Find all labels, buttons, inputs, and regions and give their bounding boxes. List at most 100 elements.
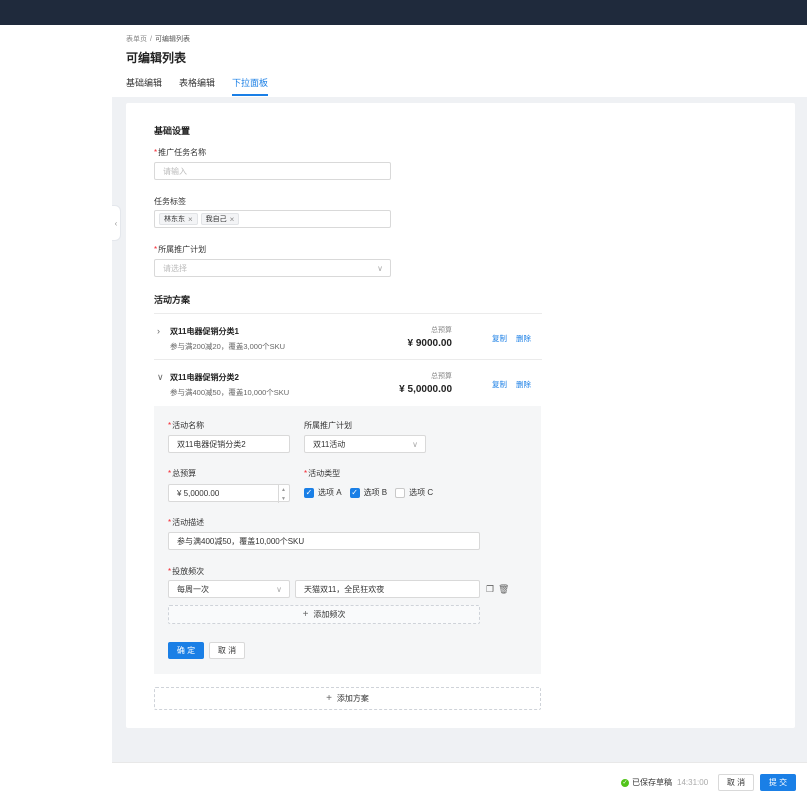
plan-budget-label: 总预算: [431, 327, 452, 334]
frequency-text-input[interactable]: 天猫双11，全民狂欢夜: [295, 580, 480, 598]
chevron-right-icon[interactable]: ›: [157, 326, 160, 336]
number-stepper[interactable]: ▲ ▼: [278, 485, 288, 503]
task-tags-label: 任务标签: [154, 197, 186, 206]
chevron-down-icon: ∨: [377, 264, 383, 273]
delete-link[interactable]: 删除: [516, 333, 531, 344]
plan-select-label-text: 所属推广计划: [158, 245, 207, 254]
activity-type-label: *活动类型: [304, 468, 340, 479]
chevron-left-icon: ‹: [114, 218, 118, 228]
activity-type-group: ✓ 选项 A ✓ 选项 B 选项 C: [304, 487, 441, 498]
add-frequency-button[interactable]: + 添加频次: [168, 605, 480, 624]
required-mark: *: [154, 148, 158, 157]
check-icon[interactable]: ✓: [349, 487, 360, 498]
close-icon[interactable]: ×: [188, 215, 193, 224]
task-name-input[interactable]: 请输入: [154, 162, 391, 180]
checkbox-empty-icon[interactable]: [395, 487, 406, 498]
breadcrumb-current: 可编辑列表: [154, 36, 190, 43]
footer-bar: ✓ 已保存草稿 14:31:00 取 消 提 交: [112, 762, 807, 798]
plan-budget-label: 总预算: [431, 373, 452, 380]
chevron-down-icon: ∨: [276, 585, 282, 594]
footer-cancel-button[interactable]: 取 消: [718, 774, 754, 791]
plan-row[interactable]: ∨ 双11电器促销分类2 参与满400减50，覆盖10,000个SKU 总预算 …: [154, 359, 542, 405]
activity-desc-label-text: 活动描述: [172, 518, 205, 527]
checkbox-label: 选项 A: [318, 488, 342, 497]
plan-desc: 参与满200减20，覆盖3,000个SKU: [170, 342, 286, 351]
breadcrumb-separator: /: [150, 36, 152, 43]
check-icon[interactable]: ✓: [304, 487, 314, 498]
required-mark: *: [304, 469, 308, 478]
delete-link[interactable]: 删除: [516, 379, 531, 390]
checkbox-option-b[interactable]: ✓ 选项 B: [349, 487, 388, 498]
plan-select[interactable]: 请选择 ∨: [154, 259, 391, 277]
add-plan-button[interactable]: + 添加方案: [154, 687, 541, 710]
checkbox-label: 选项 B: [363, 488, 388, 497]
page-title: 可编辑列表: [126, 51, 187, 65]
budget-label-text: 总预算: [172, 469, 197, 478]
tab-bar: 基础编辑 表格编辑 下拉面板: [126, 76, 285, 96]
tag-label: 我自己: [205, 216, 227, 223]
frequency-label-text: 投放频次: [172, 567, 205, 576]
required-mark: *: [168, 421, 172, 430]
tab-basic-edit[interactable]: 基础编辑: [126, 76, 162, 96]
plus-icon: +: [326, 693, 332, 704]
sidebar-collapse-handle[interactable]: ‹: [112, 205, 121, 241]
frequency-select[interactable]: 每周一次 ∨: [168, 580, 290, 598]
activity-plan-label: 所属推广计划: [304, 421, 352, 430]
plan-select-placeholder: 请选择: [163, 263, 187, 273]
task-name-label-text: 推广任务名称: [158, 148, 207, 157]
required-mark: *: [154, 245, 158, 254]
activity-plan-value: 双11活动: [313, 439, 346, 449]
activity-type-label-text: 活动类型: [308, 469, 341, 478]
add-frequency-label: 添加频次: [313, 610, 346, 619]
checkbox-option-c[interactable]: 选项 C: [395, 487, 433, 498]
chevron-down-icon[interactable]: ▼: [281, 496, 286, 502]
task-tags-input[interactable]: 林东东 × 我自己 ×: [154, 210, 391, 228]
tag-item: 我自己 ×: [200, 213, 240, 225]
close-icon[interactable]: ×: [230, 215, 235, 224]
tab-dropdown-panel[interactable]: 下拉面板: [232, 76, 269, 96]
activity-section-title: 活动方案: [154, 295, 191, 305]
plan-budget-value: ¥ 9000.00: [407, 338, 453, 349]
chevron-down-icon[interactable]: ∨: [157, 372, 164, 383]
copy-link[interactable]: 复制: [492, 333, 507, 344]
top-nav-bar: [0, 0, 807, 25]
task-name-label: *推广任务名称: [154, 147, 206, 158]
plus-icon: +: [302, 609, 309, 620]
plan-select-label: *所属推广计划: [154, 244, 206, 255]
add-plan-label: 添加方案: [336, 694, 369, 703]
budget-label: *总预算: [168, 468, 196, 479]
save-status-text: 已保存草稿: [632, 778, 672, 787]
checkbox-label: 选项 C: [409, 488, 434, 497]
plan-row[interactable]: › 双11电器促销分类1 参与满200减20，覆盖3,000个SKU 总预算 ¥…: [154, 313, 542, 359]
tab-table-edit[interactable]: 表格编辑: [179, 76, 215, 96]
confirm-button[interactable]: 确 定: [168, 642, 204, 659]
plan-name: 双11电器促销分类1: [170, 327, 239, 336]
tag-label: 林东东: [164, 216, 185, 223]
plan-desc: 参与满400减50，覆盖10,000个SKU: [170, 388, 290, 397]
trash-icon[interactable]: 🗑: [498, 584, 509, 595]
frequency-value: 每周一次: [177, 584, 209, 594]
plan-budget-value: ¥ 5,0000.00: [399, 384, 452, 395]
budget-value: ¥ 5,0000.00: [177, 488, 220, 498]
budget-input[interactable]: ¥ 5,0000.00 ▲ ▼: [168, 484, 290, 503]
save-status-time: 14:31:00: [677, 778, 709, 787]
submit-button[interactable]: 提 交: [760, 774, 796, 791]
activity-desc-label: *活动描述: [168, 517, 204, 528]
save-status: ✓ 已保存草稿 14:31:00: [621, 777, 708, 788]
frequency-label: *投放频次: [168, 566, 204, 577]
activity-plan-select[interactable]: 双11活动 ∨: [304, 435, 426, 453]
chevron-up-icon[interactable]: ▲: [281, 487, 286, 493]
activity-desc-input[interactable]: 参与满400减50，覆盖10,000个SKU: [168, 532, 480, 550]
activity-name-input[interactable]: 双11电器促销分类2: [168, 435, 290, 453]
copy-icon[interactable]: ❐: [486, 584, 494, 595]
copy-link[interactable]: 复制: [492, 379, 507, 390]
cancel-button[interactable]: 取 消: [209, 642, 245, 659]
breadcrumb: 表单页 / 可编辑列表: [126, 34, 190, 44]
check-circle-icon: ✓: [621, 778, 629, 787]
required-mark: *: [168, 469, 172, 478]
checkbox-option-a[interactable]: ✓ 选项 A: [304, 487, 342, 498]
breadcrumb-home[interactable]: 表单页: [126, 36, 147, 43]
page-header: 表单页 / 可编辑列表 可编辑列表 基础编辑 表格编辑 下拉面板: [112, 25, 807, 97]
plan-name: 双11电器促销分类2: [170, 373, 239, 382]
activity-name-label: *活动名称: [168, 420, 204, 431]
